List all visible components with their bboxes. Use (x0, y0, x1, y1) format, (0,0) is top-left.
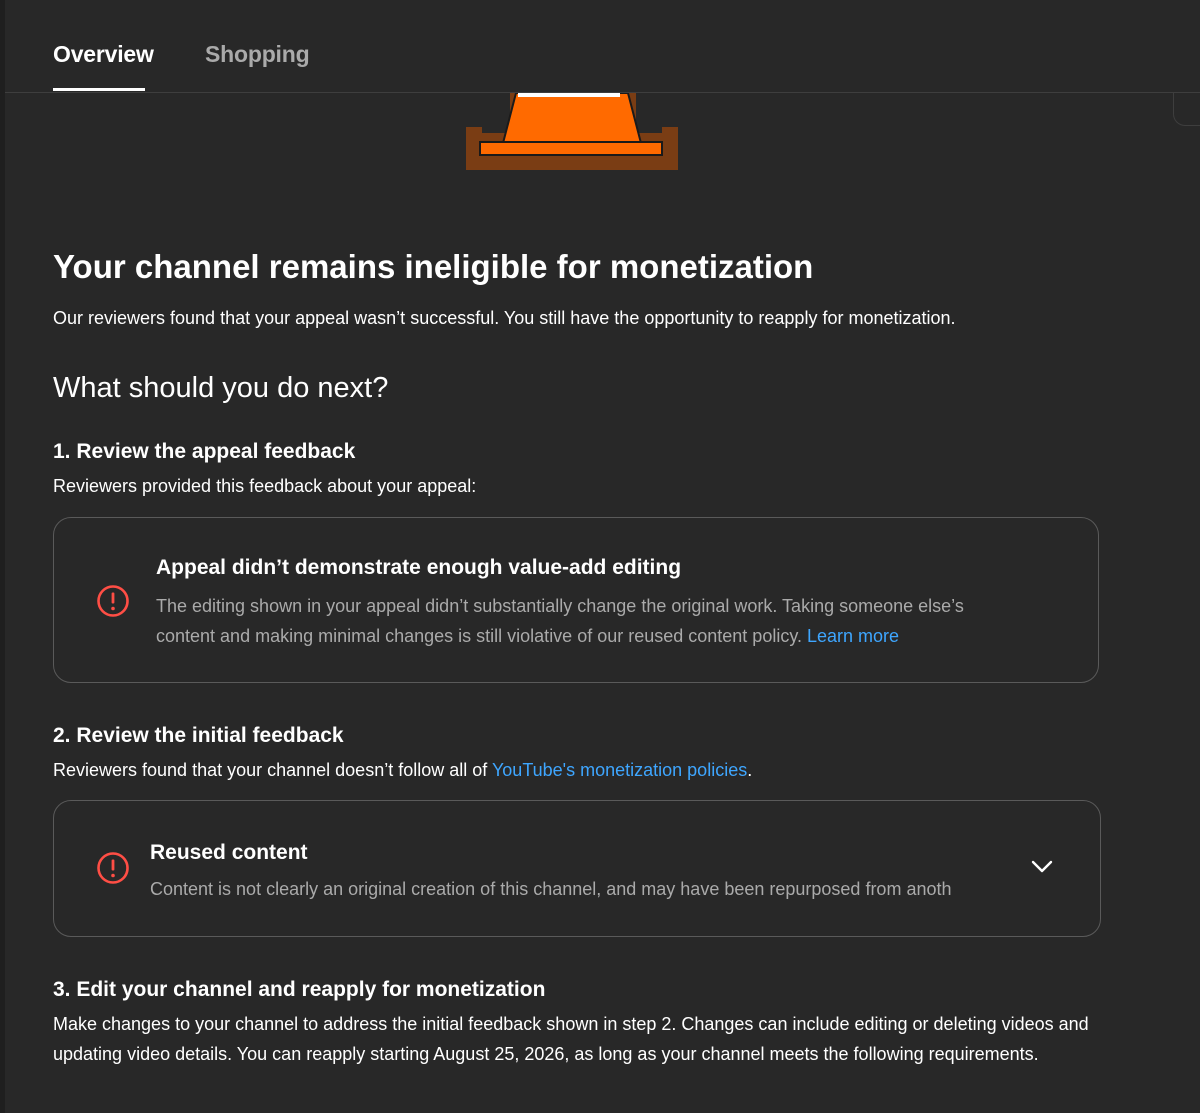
learn-more-link[interactable]: Learn more (807, 626, 899, 646)
alert-circle-icon (97, 585, 129, 617)
chevron-down-icon[interactable] (1030, 859, 1054, 875)
alert-circle-icon (97, 852, 129, 884)
step3-description: Make changes to your channel to address … (53, 1014, 1089, 1064)
tab-shopping[interactable]: Shopping (205, 41, 310, 68)
left-edge-divider (0, 0, 5, 1113)
intro-text: Our reviewers found that your appeal was… (53, 308, 956, 328)
tab-bar: Overview Shopping (5, 0, 1200, 93)
active-tab-indicator (53, 88, 145, 91)
reused-content-body: Content is not clearly an original creat… (150, 879, 952, 899)
panel-corner (1173, 93, 1200, 126)
reused-content-title: Reused content (150, 841, 308, 864)
traffic-cone-illustration (466, 93, 678, 170)
appeal-feedback-card: Appeal didn’t demonstrate enough value-a… (53, 517, 1099, 683)
appeal-feedback-title: Appeal didn’t demonstrate enough value-a… (156, 556, 682, 579)
appeal-feedback-body-line2: content and making minimal changes is st… (156, 626, 802, 646)
tab-overview[interactable]: Overview (53, 41, 154, 68)
step2-description-suffix: . (747, 760, 753, 780)
appeal-feedback-body-line1: The editing shown in your appeal didn’t … (156, 596, 964, 616)
step2-description: Reviewers found that your channel doesn’… (53, 760, 752, 781)
step1-heading: 1. Review the appeal feedback (53, 440, 356, 463)
monetization-page: Overview Shopping Your channel remains i… (0, 0, 1200, 1113)
step2-heading: 2. Review the initial feedback (53, 724, 344, 747)
step2-description-text: Reviewers found that your channel doesn’… (53, 760, 492, 780)
appeal-feedback-body: The editing shown in your appeal didn’t … (156, 591, 964, 651)
next-steps-heading: What should you do next? (53, 372, 389, 404)
page-title: Your channel remains ineligible for mone… (53, 248, 814, 285)
step1-description: Reviewers provided this feedback about y… (53, 476, 477, 496)
reused-content-card[interactable]: Reused content Content is not clearly an… (53, 800, 1101, 937)
monetization-policies-link[interactable]: YouTube's monetization policies (492, 760, 747, 780)
step3-heading: 3. Edit your channel and reapply for mon… (53, 978, 546, 1001)
